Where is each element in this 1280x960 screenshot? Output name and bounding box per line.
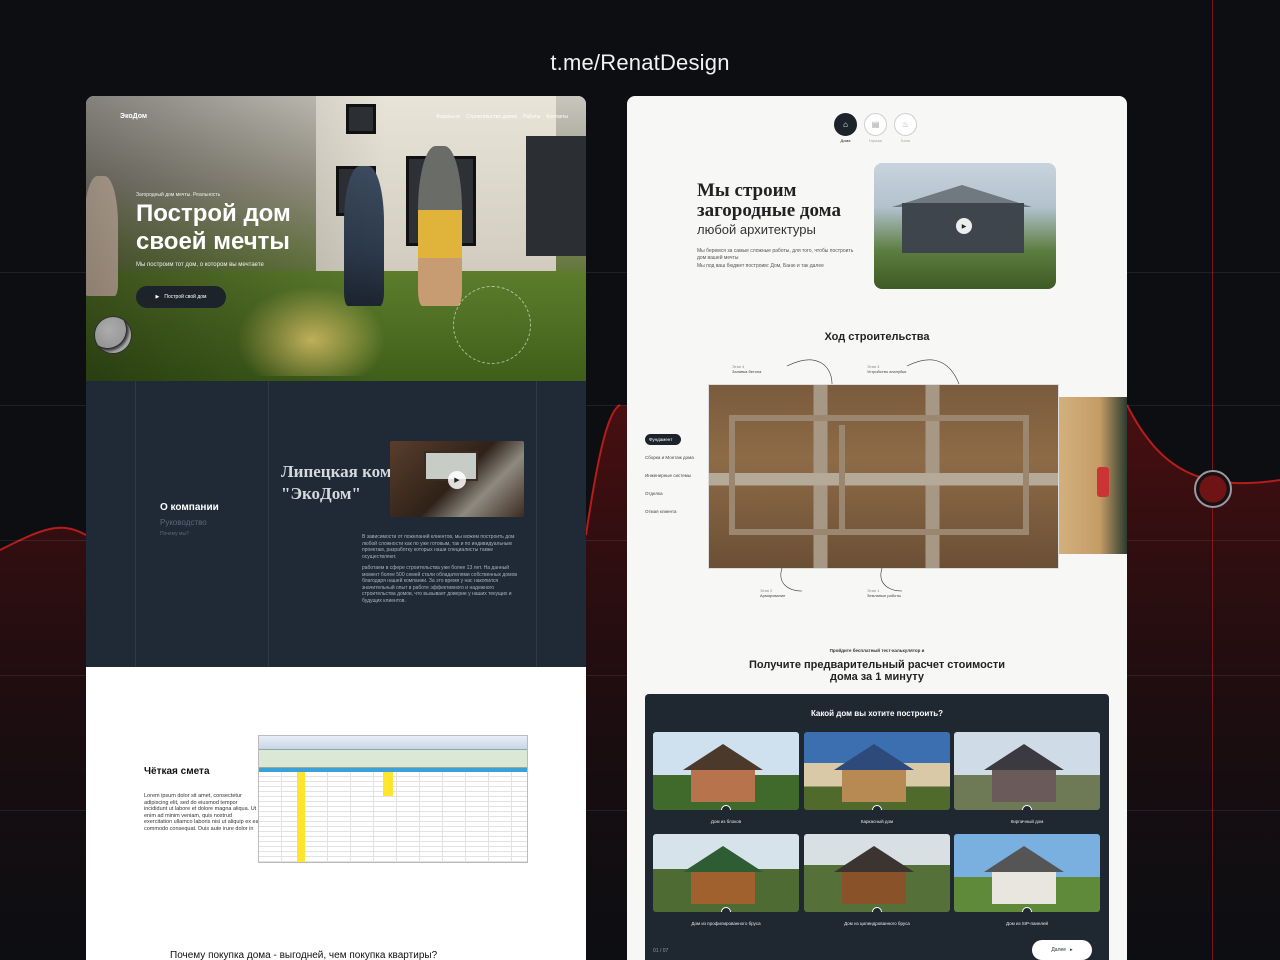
spreadsheet-image [258,735,528,863]
quiz-option-label: Кирпичный дом [1010,819,1044,824]
build-house-button[interactable]: ▶ Построй свой дом [136,286,226,308]
quiz-question: Какой дом вы хотите построить? [810,709,944,718]
play-icon[interactable]: ▶ [956,218,972,234]
house-quiz: Какой дом вы хотите построить? Дом из бл… [645,694,1109,960]
quiz-option[interactable]: Дом из блоков [653,732,799,824]
foundation-photo [708,384,1059,569]
quiz-option-label: Дом из профилированного бруса [691,921,761,926]
tab-label: Дома [840,138,851,143]
next-button[interactable]: Далее ▸ [1032,940,1092,960]
frame-wall-photo [1059,397,1127,554]
callout-label: Заливка бетона [732,369,762,374]
about-nav-leadership[interactable]: Руководство [160,518,219,527]
construction-steps: Фундамент Сборка и Монтаж дома Инженерны… [645,434,694,527]
progress-title: Ход строительства [824,331,930,343]
left-mockup: ЭкоДом Фазисы-эт Строительство домов Раб… [86,96,586,960]
menu-item[interactable]: Работы [523,114,540,120]
callout-arrows [786,359,960,385]
about-nav: О компании Руководство Почему мы? [160,502,219,541]
bottom-question: Почему покупка дома - выгодней, чем поку… [170,950,438,960]
category-tabs: ⌂ Дома ▤ Гаражи ♨ Бани [834,113,917,143]
callout-arrows-bottom [780,567,903,592]
estimate-desc: Lorem ipsum dolor sit amet, consectetur … [144,793,259,832]
menu-item[interactable]: Фазисы-эт [436,114,460,120]
worker [1097,467,1109,497]
step-handover[interactable]: Отмая клиента [645,509,694,514]
quiz-option[interactable]: Дом из профилированного бруса [653,834,799,926]
play-icon: ▶ [155,294,160,300]
calc-kicker: Пройдите бесплатный тест-калькулятор и [829,648,925,653]
hero-nav: ЭкоДом Фазисы-эт Строительство домов Раб… [120,113,568,120]
hero-title: Построй дом своей мечты [136,200,291,255]
about-section: О компании Руководство Почему мы? Липецк… [86,381,586,667]
step-assembly[interactable]: Сборка и Монтаж дома [645,455,694,460]
arrow-right-icon: ▸ [1070,947,1073,953]
hero-subtitle: Мы построим тот дом, о котором вы мечтае… [136,262,264,268]
radio-button[interactable] [1022,805,1032,810]
sauna-icon: ♨ [894,113,917,136]
intro-subtitle: любой архитектуры [697,222,816,237]
radio-button[interactable] [721,805,731,810]
radio-button[interactable] [721,907,731,912]
top-menu: Фазисы-эт Строительство домов Работы Кон… [436,114,568,120]
radio-button[interactable] [872,907,882,912]
estimate-title: Чёткая смета [144,766,210,777]
about-text: В зависимости от пожеланий клиентов, мы … [362,534,524,609]
quiz-option-label: Дом из цилиндрованного бруса [844,921,910,926]
intro-paragraph: Мы под ваш бюджет построим: Дом, Баню и … [697,263,824,269]
quiz-option[interactable]: Дом из SIP-панелей [954,834,1100,926]
tab-houses[interactable]: ⌂ Дома [834,113,857,143]
intro-text: Мы беремся за самые сложные работы, для … [697,248,857,270]
rotating-badge [453,286,531,364]
about-nav-why-us[interactable]: Почему мы? [160,531,219,537]
quiz-option[interactable]: Дом из цилиндрованного бруса [804,834,950,926]
menu-item[interactable]: Контакты [546,114,568,120]
radio-button[interactable] [872,805,882,810]
calc-title: Получите предварительный расчет стоимост… [627,659,1127,683]
quiz-option[interactable]: Кирпичный дом [954,732,1100,824]
about-paragraph: В зависимости от пожеланий клиентов, мы … [362,534,515,560]
house-icon: ⌂ [834,113,857,136]
hero-kicker: Загородный дом мечты. Реальность [136,192,221,198]
menu-item[interactable]: Строительство домов [466,114,517,120]
right-mockup: ⌂ Дома ▤ Гаражи ♨ Бани Мы строим загород… [627,96,1127,960]
step-foundation[interactable]: Фундамент [645,434,681,445]
build-house-button-label: Построй свой дом [164,294,207,300]
next-button-label: Далее [1051,947,1067,953]
tab-label: Бани [900,138,911,143]
radio-button[interactable] [1022,907,1032,912]
slider-knob [1194,470,1232,508]
tab-garages[interactable]: ▤ Гаражи [864,113,887,143]
step-finishing[interactable]: Отделка [645,491,694,496]
play-icon[interactable]: ▶ [448,471,466,489]
garage-icon: ▤ [864,113,887,136]
quiz-option-label: Дом из блоков [710,819,742,824]
quiz-option-label: Дом из SIP-панелей [1006,921,1048,926]
watermark-text: t.me/RenatDesign [550,50,730,75]
quiz-option-label: Каркасный дом [860,819,894,824]
about-paragraph: работаем в сфере строительства уже более… [362,565,517,604]
about-video[interactable]: ▶ [390,441,524,517]
quiz-option[interactable]: Каркасный дом [804,732,950,824]
tab-label: Гаражи [868,138,883,143]
intro-title: Мы строим загородные дома [697,180,841,221]
estimate-section: Чёткая смета Lorem ipsum dolor sit amet,… [86,667,586,960]
calc-title-text: Получите предварительный расчет стоимост… [749,659,1005,683]
about-nav-company[interactable]: О компании [160,502,219,513]
tab-saunas[interactable]: ♨ Бани [894,113,917,143]
logo[interactable]: ЭкоДом [120,113,147,120]
hero-section: ЭкоДом Фазисы-эт Строительство домов Раб… [86,96,586,381]
intro-house-video[interactable]: ▶ [874,163,1056,289]
about-nav-company-label: О компании [160,502,219,513]
step-engineering[interactable]: Инженерные системы [645,473,694,478]
intro-paragraph: Мы беремся за самые сложные работы, для … [697,248,854,261]
quiz-counter: 01 / 07 [653,948,669,954]
callout-step4: Этап 4 Заливка бетона [732,364,761,374]
